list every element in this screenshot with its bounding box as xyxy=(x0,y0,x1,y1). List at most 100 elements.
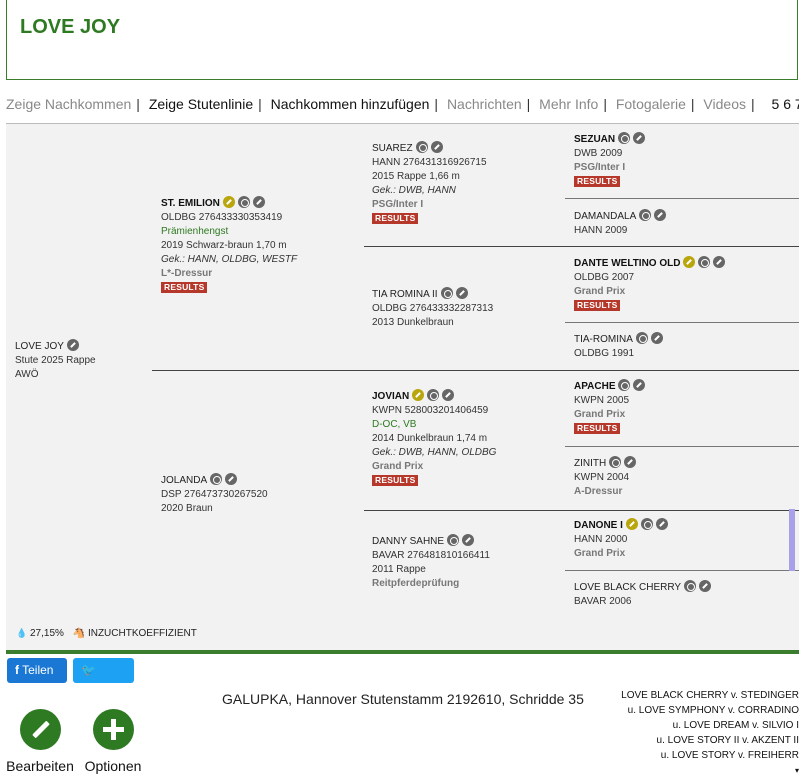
pencil-icon[interactable] xyxy=(19,709,61,750)
twitter-share-button[interactable]: 🐦 Teilen xyxy=(73,658,134,702)
dam-node[interactable]: JOLANDA DSP 276473730267520 2020 Braun xyxy=(161,473,268,516)
edit-icon[interactable] xyxy=(624,456,637,468)
options-button[interactable]: Optionen xyxy=(73,709,153,774)
gen3-sds-level: Grand Prix xyxy=(574,286,626,297)
gen3-dsd-name[interactable]: ZINITH xyxy=(574,458,606,469)
divider xyxy=(364,246,799,247)
offspring-icon[interactable] xyxy=(618,132,631,144)
offspring-icon[interactable] xyxy=(210,473,223,485)
sire-approvals: Gek.: HANN, OLDBG, WESTF xyxy=(161,254,298,265)
nav-nachrichten[interactable]: Nachrichten xyxy=(447,96,522,112)
offspring-icon[interactable] xyxy=(415,141,428,153)
subject-name[interactable]: LOVE JOY xyxy=(15,341,64,352)
gen3-sdd-name[interactable]: TIA-ROMINA xyxy=(574,334,633,345)
gen3-ssd-node[interactable]: DAMANDALA HANN 2009 xyxy=(574,209,667,238)
results-badge[interactable]: RESULTS xyxy=(574,176,621,187)
edit-icon[interactable] xyxy=(713,256,726,268)
offspring-icon[interactable] xyxy=(447,534,460,546)
sire-dam-name[interactable]: TIA ROMINA II xyxy=(372,289,438,300)
dam-line-item[interactable]: u. LOVE SYMPHONY v. CORRADINO xyxy=(621,703,799,718)
edit-icon[interactable] xyxy=(633,132,646,144)
results-badge[interactable]: RESULTS xyxy=(574,423,621,434)
offspring-icon[interactable] xyxy=(684,580,697,592)
edit-icon[interactable] xyxy=(655,518,668,530)
sire-sire-node[interactable]: SUAREZ HANN 276431316926715 2015 Rappe 1… xyxy=(372,141,487,226)
gen3-sds-name[interactable]: DANTE WELTINO OLD xyxy=(574,258,680,269)
divider xyxy=(152,370,799,371)
offspring-icon[interactable] xyxy=(440,287,453,299)
offspring-icon[interactable] xyxy=(698,256,711,268)
sire-dam-info: 2013 Dunkelbraun xyxy=(372,317,454,328)
nav-mehr-info[interactable]: Mehr Info xyxy=(539,96,598,112)
gen3-sss-node[interactable]: SEZUAN DWB 2009 PSG/Inter I RESULTS xyxy=(574,132,646,189)
dam-line-item[interactable]: u. LOVE STORY v. FREIHERR xyxy=(621,748,799,763)
gen3-sds-node[interactable]: DANTE WELTINO OLD OLDBG 2007 Grand Prix … xyxy=(574,256,726,313)
divider xyxy=(6,650,799,654)
offspring-icon[interactable] xyxy=(640,518,653,530)
gen3-sss-info: DWB 2009 xyxy=(574,148,623,159)
offspring-icon[interactable] xyxy=(237,196,250,208)
results-badge[interactable]: RESULTS xyxy=(372,475,419,486)
nav-nachkommen-hinzufuegen[interactable]: Nachkommen hinzufügen xyxy=(271,96,430,112)
edit-icon[interactable] xyxy=(430,141,443,153)
dam-dam-level: Reitpferdeprüfung xyxy=(372,578,460,589)
gen3-dsd-node[interactable]: ZINITH KWPN 2004 A-Dressur xyxy=(574,456,637,499)
offspring-icon[interactable] xyxy=(618,379,631,391)
gen3-ddd-node[interactable]: LOVE BLACK CHERRY BAVAR 2006 xyxy=(574,580,712,609)
results-badge[interactable]: RESULTS xyxy=(574,300,621,311)
dam-line-item[interactable]: LOVE BLACK CHERRY v. STEDINGER xyxy=(621,688,799,703)
subject-node[interactable]: LOVE JOY Stute 2025 Rappe AWÖ xyxy=(15,339,96,382)
gen3-sdd-node[interactable]: TIA-ROMINA OLDBG 1991 xyxy=(574,332,663,361)
gen3-dss-node[interactable]: APACHE KWPN 2005 Grand Prix RESULTS xyxy=(574,379,646,436)
dam-line-item[interactable]: u. LOVE DREAM v. SILVIO I xyxy=(621,718,799,733)
dam-sire-level: Grand Prix xyxy=(372,461,424,472)
edit-icon[interactable] xyxy=(654,209,667,221)
edit-icon[interactable] xyxy=(442,389,455,401)
results-badge[interactable]: RESULTS xyxy=(372,213,419,224)
dam-name[interactable]: JOLANDA xyxy=(161,475,207,486)
gen3-dds-node[interactable]: DANONE I HANN 2000 Grand Prix xyxy=(574,518,668,561)
divider xyxy=(565,446,799,447)
twitter-share-label: Teilen xyxy=(81,688,113,702)
edit-icon[interactable] xyxy=(462,534,475,546)
gen3-sss-name[interactable]: SEZUAN xyxy=(574,134,615,145)
dam-sire-title: D-OC, VB xyxy=(372,419,417,430)
results-badge[interactable]: RESULTS xyxy=(161,282,208,293)
dam-dam-node[interactable]: DANNY SAHNE BAVAR 276481810166411 2011 R… xyxy=(372,534,490,591)
facebook-share-button[interactable]: f Teilen xyxy=(7,658,67,683)
nav-fotogalerie[interactable]: Fotogalerie xyxy=(616,96,686,112)
gen3-dss-name[interactable]: APACHE xyxy=(574,381,615,392)
offspring-icon[interactable] xyxy=(635,332,648,344)
edit-icon[interactable] xyxy=(650,332,663,344)
nav-pages[interactable]: 5 6 7 8 9 xyxy=(772,96,799,112)
chevron-down-icon[interactable]: ▾ xyxy=(621,763,799,778)
edit-button[interactable]: Bearbeiten xyxy=(0,709,80,774)
plus-icon[interactable] xyxy=(92,709,134,750)
nav-zeige-nachkommen[interactable]: Zeige Nachkommen xyxy=(6,96,131,112)
gen3-ssd-name[interactable]: DAMANDALA xyxy=(574,211,636,222)
nav-videos[interactable]: Videos xyxy=(703,96,746,112)
edit-icon[interactable] xyxy=(633,379,646,391)
dam-sire-info: 2014 Dunkelbraun 1,74 m xyxy=(372,433,488,444)
sire-dam-node[interactable]: TIA ROMINA II OLDBG 276433332287313 2013… xyxy=(372,287,493,330)
edit-icon[interactable] xyxy=(455,287,468,299)
sire-sire-name[interactable]: SUAREZ xyxy=(372,143,413,154)
dam-sire-name[interactable]: JOVIAN xyxy=(372,391,409,402)
offspring-icon[interactable] xyxy=(427,389,440,401)
edit-icon[interactable] xyxy=(252,196,265,208)
offspring-icon[interactable] xyxy=(639,209,652,221)
dam-sire-id: KWPN 528003201406459 xyxy=(372,405,489,416)
dam-sire-node[interactable]: JOVIAN KWPN 528003201406459 D-OC, VB 201… xyxy=(372,389,496,488)
gen3-dds-name[interactable]: DANONE I xyxy=(574,520,623,531)
sire-name[interactable]: ST. EMILION xyxy=(161,198,220,209)
dam-dam-name[interactable]: DANNY SAHNE xyxy=(372,536,444,547)
sire-node[interactable]: ST. EMILION OLDBG 276433330353419 Prämie… xyxy=(161,196,297,295)
edit-icon[interactable] xyxy=(699,580,712,592)
offspring-icon[interactable] xyxy=(609,456,622,468)
dam-line-item[interactable]: u. LOVE STORY II v. AKZENT II xyxy=(621,733,799,748)
gen3-ddd-name[interactable]: LOVE BLACK CHERRY xyxy=(574,582,681,593)
edit-icon[interactable] xyxy=(66,339,79,351)
nav-zeige-stutenlinie[interactable]: Zeige Stutenlinie xyxy=(149,96,253,112)
divider xyxy=(565,570,799,571)
edit-icon[interactable] xyxy=(225,473,238,485)
